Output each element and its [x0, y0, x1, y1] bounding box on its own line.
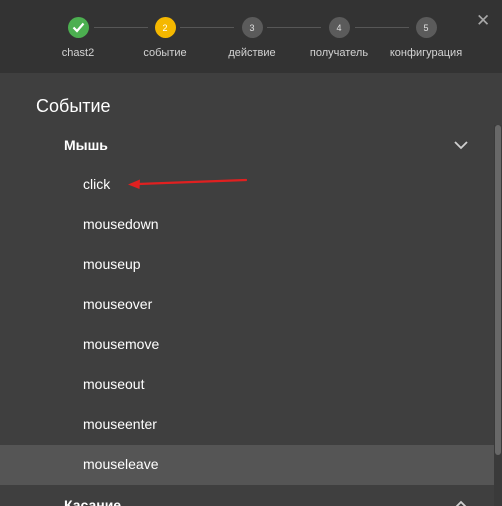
event-label: mouseleave	[83, 456, 159, 472]
event-label: mousedown	[83, 216, 159, 232]
event-item-mousemove[interactable]: mousemove	[0, 325, 494, 365]
step-number: 2	[154, 17, 176, 38]
step-label: событие	[143, 47, 187, 59]
check-icon	[67, 17, 89, 38]
event-label: mouseover	[83, 296, 153, 312]
wizard-step-1[interactable]: chast2	[33, 17, 123, 59]
event-item-mouseup[interactable]: mouseup	[0, 245, 494, 285]
event-panel: Событие Мышь click mousedown mouseup mou…	[0, 73, 502, 506]
step-number: 5	[415, 17, 437, 38]
close-icon[interactable]: ✕	[476, 12, 490, 29]
step-number: 3	[241, 17, 263, 38]
step-number: 4	[328, 17, 350, 38]
group-header-mouse[interactable]: Мышь	[0, 127, 494, 163]
event-label: click	[83, 176, 111, 192]
step-label: получатель	[309, 47, 369, 59]
chevron-up-icon	[455, 500, 467, 506]
event-item-mouseenter[interactable]: mouseenter	[0, 405, 494, 445]
group-header-touch[interactable]: Касание	[0, 487, 494, 506]
event-item-mouseout[interactable]: mouseout	[0, 365, 494, 405]
wizard-step-5[interactable]: 5 конфигурация	[381, 17, 471, 59]
event-label: mouseout	[83, 376, 145, 392]
wizard-step-2[interactable]: 2 событие	[120, 17, 210, 59]
event-item-mouseover[interactable]: mouseover	[0, 285, 494, 325]
event-label: mouseup	[83, 256, 141, 272]
wizard-header: chast2 2 событие 3 действие 4 получатель…	[0, 0, 502, 73]
step-label: конфигурация	[389, 47, 463, 59]
group-label: Мышь	[64, 137, 108, 153]
event-label: mouseenter	[83, 416, 157, 432]
section-title: Событие	[36, 96, 111, 116]
event-item-mousedown[interactable]: mousedown	[0, 205, 494, 245]
red-arrow-annotation	[128, 178, 248, 189]
group-label: Касание	[64, 497, 122, 506]
wizard-step-4[interactable]: 4 получатель	[294, 17, 384, 59]
scrollbar-thumb[interactable]	[495, 125, 501, 455]
event-item-mouseleave[interactable]: mouseleave	[0, 445, 494, 485]
wizard-step-3[interactable]: 3 действие	[207, 17, 297, 59]
chevron-down-icon	[454, 141, 468, 150]
step-label: chast2	[61, 47, 95, 59]
event-label: mousemove	[83, 336, 160, 352]
step-label: действие	[228, 47, 276, 59]
